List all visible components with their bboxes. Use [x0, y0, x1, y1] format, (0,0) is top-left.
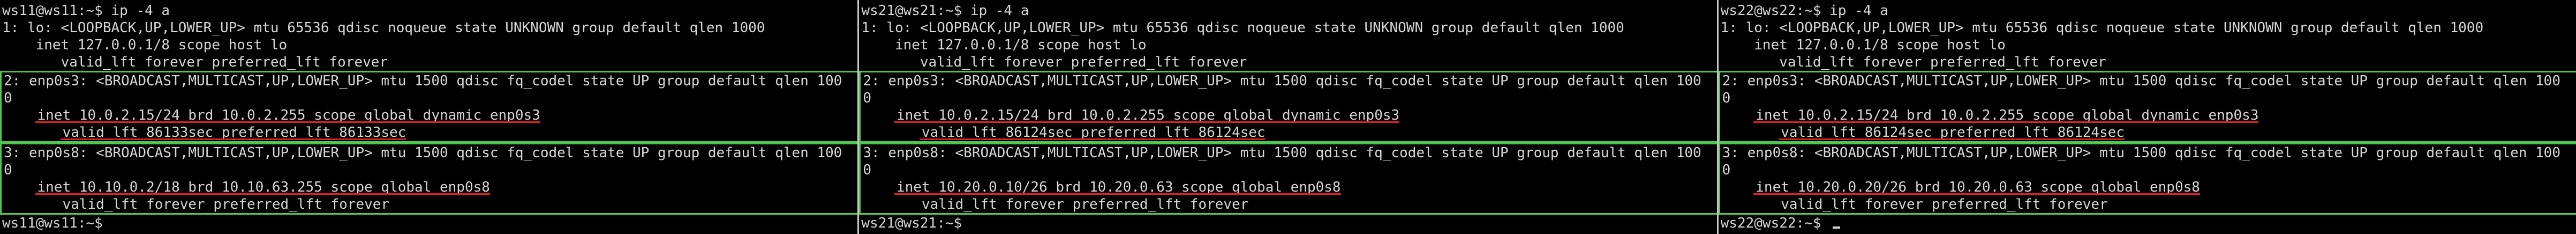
terminal-output: ws11@ws11:~$ ip -4 a 1: lo: <LOOPBACK,UP…: [0, 2, 858, 234]
enp0s3-lease-lifetime: valid_lft 86124sec preferred_lft 86124se…: [1779, 125, 2125, 141]
enp0s8-lft-line: valid_lft forever preferred_lft forever: [4, 196, 390, 213]
lo-inet-line: inet 127.0.0.1/8 scope host lo: [1720, 37, 2006, 53]
final-prompt-line[interactable]: ws22@ws22:~$: [1721, 215, 2574, 232]
terminal-pane-ws11[interactable]: ws11@ws11:~$ ip -4 a 1: lo: <LOOPBACK,UP…: [0, 0, 858, 234]
terminal-panes: ws11@ws11:~$ ip -4 a 1: lo: <LOOPBACK,UP…: [0, 0, 2576, 234]
enp0s3-highlight-box: 2: enp0s3: <BROADCAST,MULTICAST,UP,LOWER…: [859, 71, 1717, 143]
lo-inet-line: inet 127.0.0.1/8 scope host lo: [2, 37, 288, 53]
enp0s8-lft-line: valid_lft forever preferred_lft forever: [1722, 196, 2108, 213]
enp0s3-inet-address: inet 10.0.2.15/24 brd 10.0.2.255 scope g…: [1753, 107, 2259, 123]
enp0s3-lft-line: valid_lft 86124sec preferred_lft 86124se…: [1722, 124, 2576, 141]
enp0s8-inet-line: inet 10.20.0.10/26 brd 10.20.0.63 scope …: [863, 179, 1716, 196]
enp0s8-inet-line: inet 10.20.0.20/26 brd 10.20.0.63 scope …: [1722, 179, 2576, 196]
enp0s3-header-wrap-line: 0: [863, 90, 871, 106]
enp0s8-highlight-box: 3: enp0s8: <BROADCAST,MULTICAST,UP,LOWER…: [1718, 143, 2576, 215]
enp0s3-inet-address: inet 10.0.2.15/24 brd 10.0.2.255 scope g…: [35, 107, 541, 123]
enp0s3-header-line: 2: enp0s3: <BROADCAST,MULTICAST,UP,LOWER…: [1722, 73, 2560, 89]
text-cursor: [1833, 226, 1841, 229]
enp0s8-header-line: 3: enp0s8: <BROADCAST,MULTICAST,UP,LOWER…: [1722, 145, 2560, 161]
lo-inet-line: inet 127.0.0.1/8 scope host lo: [861, 37, 1147, 53]
enp0s3-header-line: 2: enp0s3: <BROADCAST,MULTICAST,UP,LOWER…: [863, 73, 1701, 89]
lo-header-line: 1: lo: <LOOPBACK,UP,LOWER_UP> mtu 65536 …: [1720, 20, 2484, 36]
enp0s8-highlight-box: 3: enp0s8: <BROADCAST,MULTICAST,UP,LOWER…: [859, 143, 1717, 215]
enp0s8-header-wrap-line: 0: [863, 162, 871, 178]
enp0s8-header-line: 3: enp0s8: <BROADCAST,MULTICAST,UP,LOWER…: [863, 145, 1701, 161]
final-prompt-text: ws22@ws22:~$: [1720, 215, 1830, 231]
final-prompt-line[interactable]: ws21@ws21:~$: [861, 215, 1714, 232]
enp0s3-inet-line: inet 10.0.2.15/24 brd 10.0.2.255 scope g…: [4, 107, 857, 124]
lo-header-line: 1: lo: <LOOPBACK,UP,LOWER_UP> mtu 65536 …: [861, 20, 1624, 36]
command-prompt-line: ws22@ws22:~$ ip -4 a: [1720, 3, 1888, 19]
enp0s3-header-wrap-line: 0: [4, 90, 12, 106]
terminal-pane-ws21[interactable]: ws21@ws21:~$ ip -4 a 1: lo: <LOOPBACK,UP…: [859, 0, 1717, 234]
enp0s8-header-wrap-line: 0: [1722, 162, 1731, 178]
enp0s8-inet-address: inet 10.20.0.10/26 brd 10.20.0.63 scope …: [894, 179, 1341, 195]
lo-header-line: 1: lo: <LOOPBACK,UP,LOWER_UP> mtu 65536 …: [2, 20, 765, 36]
enp0s8-header-wrap-line: 0: [4, 162, 12, 178]
lo-lft-line: valid_lft forever preferred_lft forever: [2, 54, 388, 70]
enp0s8-inet-address: inet 10.20.0.20/26 brd 10.20.0.63 scope …: [1753, 179, 2200, 195]
enp0s3-highlight-box: 2: enp0s3: <BROADCAST,MULTICAST,UP,LOWER…: [1718, 71, 2576, 143]
lo-lft-line: valid_lft forever preferred_lft forever: [1720, 54, 2106, 70]
enp0s3-lft-line: valid_lft 86133sec preferred_lft 86133se…: [4, 124, 857, 141]
enp0s8-inet-address: inet 10.10.0.2/18 brd 10.10.63.255 scope…: [35, 179, 491, 195]
terminal-pane-ws22[interactable]: ws22@ws22:~$ ip -4 a 1: lo: <LOOPBACK,UP…: [1718, 0, 2576, 234]
enp0s3-inet-line: inet 10.0.2.15/24 brd 10.0.2.255 scope g…: [863, 107, 1716, 124]
enp0s3-lease-lifetime: valid_lft 86124sec preferred_lft 86124se…: [919, 125, 1266, 141]
lo-lft-line: valid_lft forever preferred_lft forever: [861, 54, 1247, 70]
enp0s3-header-line: 2: enp0s3: <BROADCAST,MULTICAST,UP,LOWER…: [4, 73, 842, 89]
enp0s3-lft-line: valid_lft 86124sec preferred_lft 86124se…: [863, 124, 1716, 141]
enp0s3-inet-line: inet 10.0.2.15/24 brd 10.0.2.255 scope g…: [1722, 107, 2576, 124]
final-prompt-line[interactable]: ws11@ws11:~$: [2, 215, 855, 232]
enp0s8-highlight-box: 3: enp0s8: <BROADCAST,MULTICAST,UP,LOWER…: [0, 143, 858, 215]
enp0s8-header-line: 3: enp0s8: <BROADCAST,MULTICAST,UP,LOWER…: [4, 145, 842, 161]
enp0s3-highlight-box: 2: enp0s3: <BROADCAST,MULTICAST,UP,LOWER…: [0, 71, 858, 143]
command-prompt-line: ws21@ws21:~$ ip -4 a: [861, 3, 1029, 19]
terminal-output: ws22@ws22:~$ ip -4 a 1: lo: <LOOPBACK,UP…: [1718, 2, 2576, 234]
terminal-output: ws21@ws21:~$ ip -4 a 1: lo: <LOOPBACK,UP…: [859, 2, 1717, 234]
enp0s8-lft-line: valid_lft forever preferred_lft forever: [863, 196, 1249, 213]
enp0s3-lease-lifetime: valid_lft 86133sec preferred_lft 86133se…: [60, 125, 406, 141]
enp0s8-inet-line: inet 10.10.0.2/18 brd 10.10.63.255 scope…: [4, 179, 857, 196]
command-prompt-line: ws11@ws11:~$ ip -4 a: [2, 3, 170, 19]
enp0s3-inet-address: inet 10.0.2.15/24 brd 10.0.2.255 scope g…: [894, 107, 1400, 123]
enp0s3-header-wrap-line: 0: [1722, 90, 1731, 106]
